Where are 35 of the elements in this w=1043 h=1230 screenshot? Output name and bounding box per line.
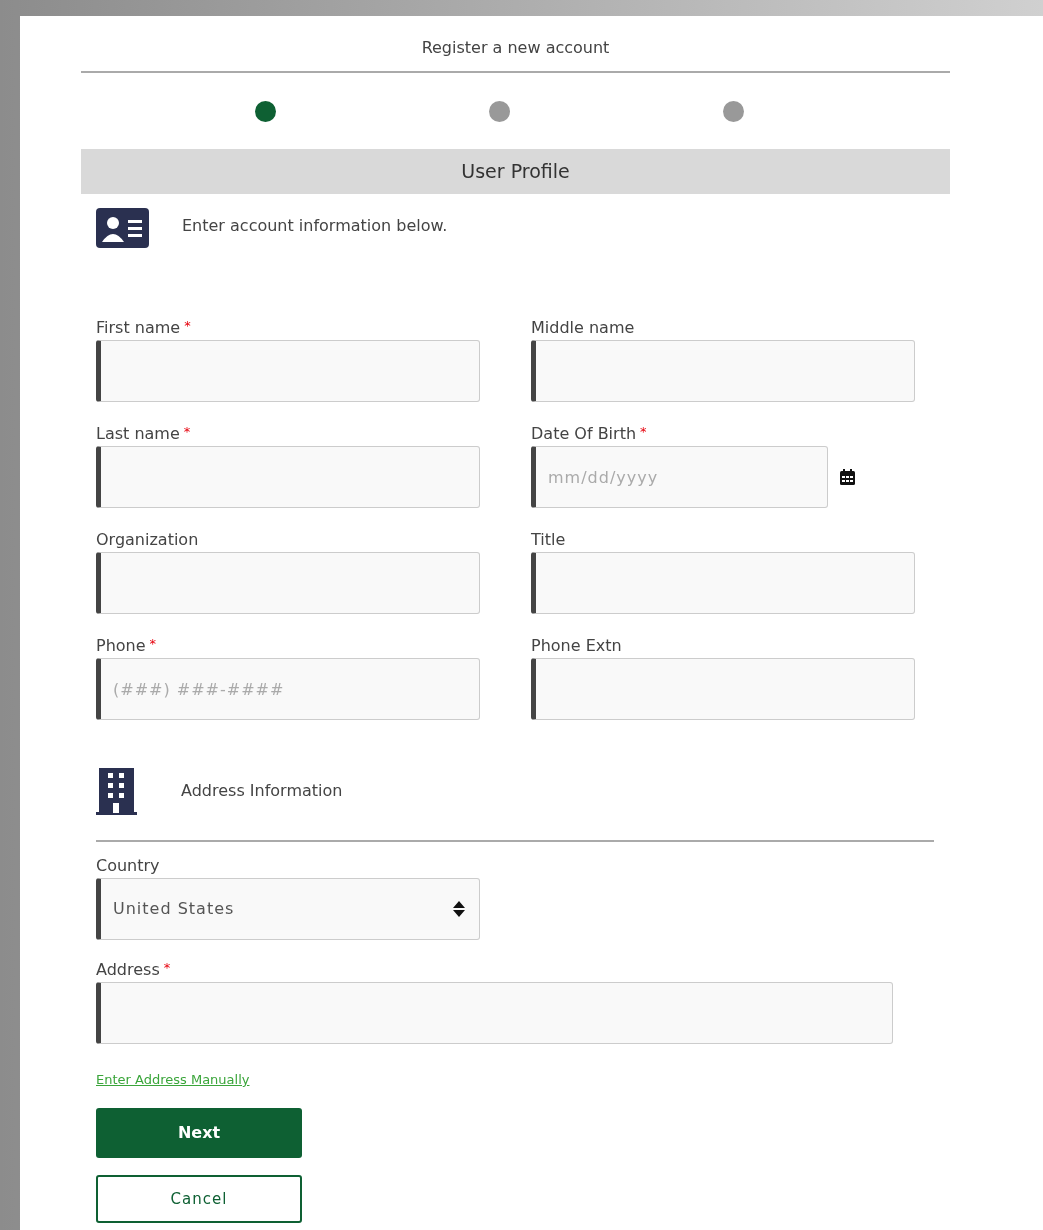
cancel-button[interactable]: Cancel	[96, 1175, 302, 1223]
country-select[interactable]: United States	[96, 878, 480, 940]
field-label: Middle name	[531, 318, 635, 337]
section-title: Address Information	[181, 780, 343, 802]
address-field[interactable]	[96, 982, 893, 1044]
building-icon	[96, 768, 137, 816]
field-label: Last name	[96, 424, 180, 443]
input-field[interactable]	[531, 340, 915, 402]
field-label: Title	[531, 530, 566, 549]
page-title: Register a new account	[421, 37, 610, 59]
date-field[interactable]: mm/dd/yyyy	[531, 446, 828, 508]
field-label: Phone Extn	[531, 636, 622, 655]
calendar-icon[interactable]	[840, 469, 855, 485]
input-field[interactable]	[96, 340, 480, 402]
field-label: First name	[96, 318, 181, 337]
field-label: Country	[96, 856, 160, 875]
input-field[interactable]	[531, 658, 915, 720]
next-button[interactable]: Next	[96, 1108, 302, 1158]
required-mark: *	[640, 424, 647, 439]
required-mark: *	[149, 636, 157, 651]
required-mark: *	[163, 960, 171, 975]
field-label: Phone	[96, 636, 146, 655]
contact-card-icon	[96, 208, 149, 248]
field-label: Date Of Birth	[531, 424, 637, 443]
input-field[interactable]	[531, 552, 915, 614]
input-field[interactable]	[96, 446, 480, 508]
required-mark: *	[183, 424, 191, 439]
input-field[interactable]: (###) ###-####	[96, 658, 480, 720]
section-title: User Profile	[461, 159, 570, 185]
input-field[interactable]	[96, 552, 480, 614]
required-mark: *	[184, 318, 191, 333]
field-label: Address	[96, 960, 160, 979]
intro-text: Enter account information below.	[182, 215, 448, 237]
field-label: Organization	[96, 530, 199, 549]
sort-icon	[453, 901, 465, 917]
